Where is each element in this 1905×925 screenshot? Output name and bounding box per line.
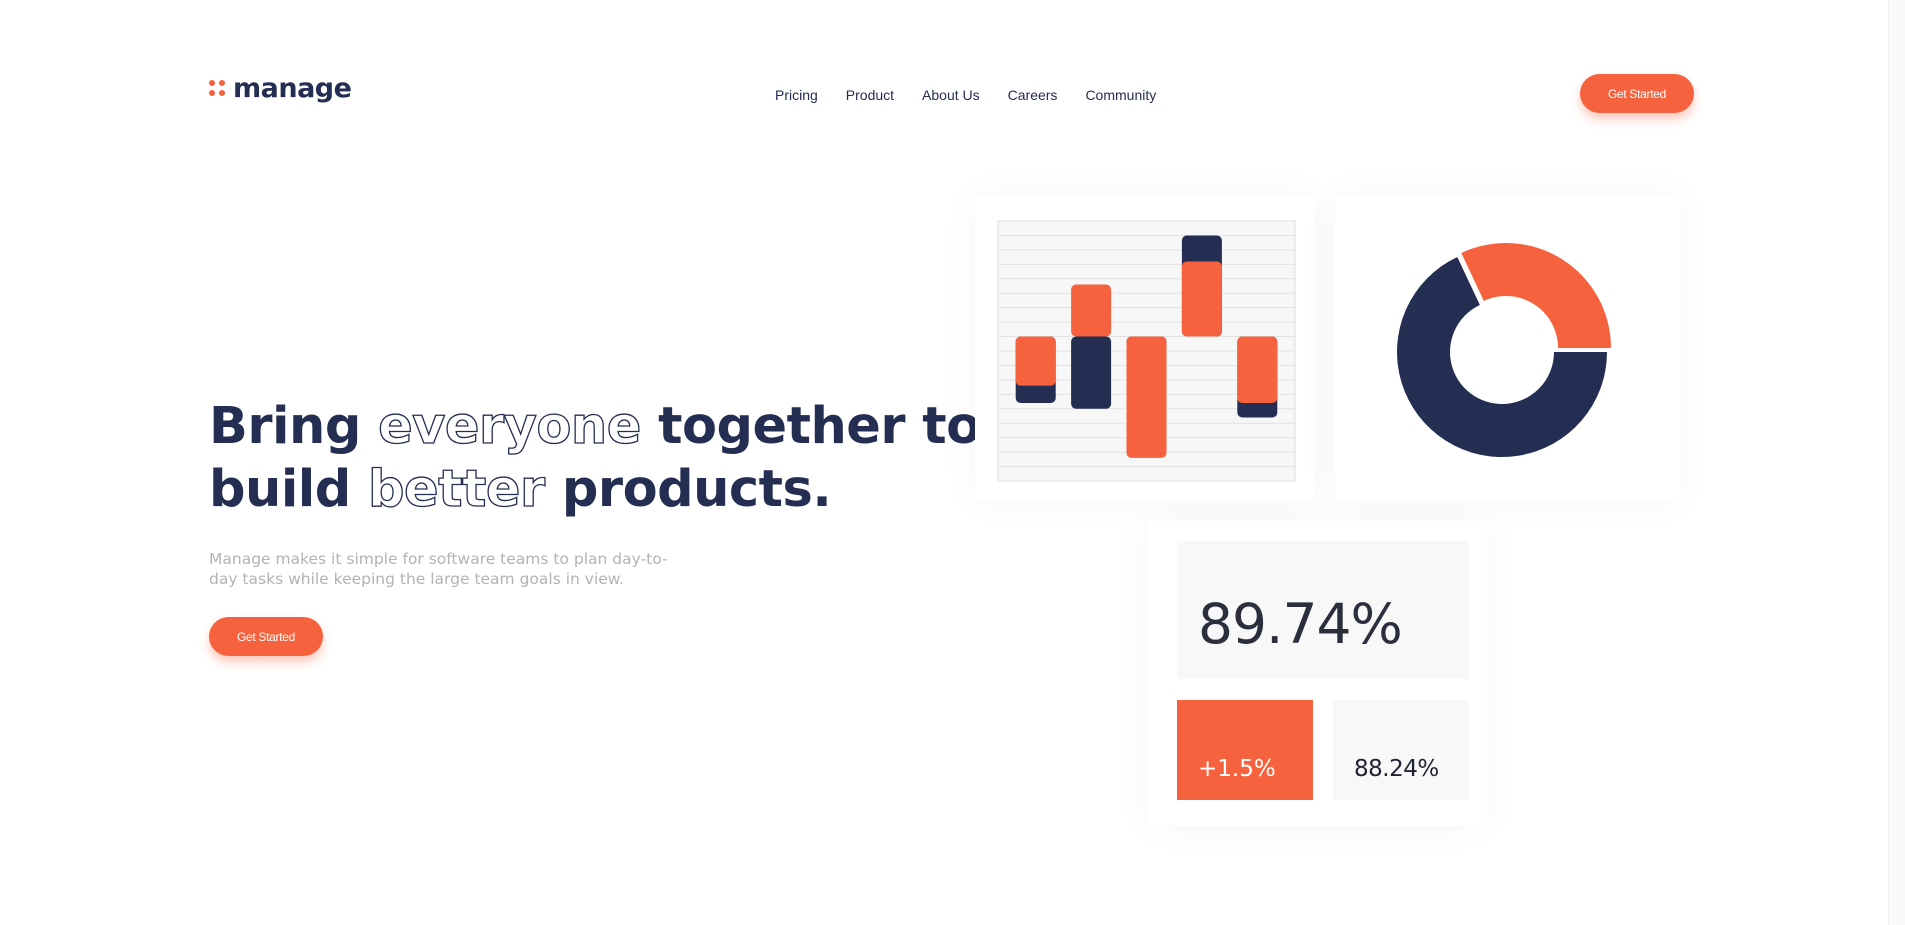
stat-change-value: +1.5% [1198, 756, 1276, 782]
logo-icon [209, 80, 226, 97]
logo[interactable]: manage [209, 73, 352, 104]
bar-orange [1015, 336, 1056, 386]
stat-secondary-value: 88.24% [1354, 756, 1439, 782]
stat-secondary-panel: 88.24% [1333, 700, 1469, 800]
bar-navy [1071, 336, 1112, 409]
stat-main-value: 89.74% [1198, 592, 1403, 656]
header-get-started-button[interactable]: Get Started [1580, 74, 1694, 113]
donut-slice-orange [1461, 243, 1611, 348]
nav-pricing[interactable]: Pricing [775, 87, 818, 103]
logo-text: manage [233, 73, 352, 104]
bar-orange [1126, 336, 1167, 458]
hero-title: Bring everyone together to build better … [209, 395, 981, 521]
bar-orange [1181, 261, 1222, 337]
nav-careers[interactable]: Careers [1008, 87, 1058, 103]
hero-description: Manage makes it simple for software team… [209, 550, 668, 588]
hero-title-line-2: build better products. [209, 458, 981, 521]
donut-chart-card [1335, 196, 1680, 501]
hero-title-text: build [209, 460, 369, 519]
nav-about-us[interactable]: About Us [922, 87, 980, 103]
main-nav: Pricing Product About Us Careers Communi… [775, 87, 1156, 103]
nav-product[interactable]: Product [846, 87, 894, 103]
hero-title-line-1: Bring everyone together to [209, 395, 981, 458]
nav-community[interactable]: Community [1085, 87, 1156, 103]
hero-title-text: together to [640, 397, 981, 456]
bar-orange [1071, 284, 1112, 337]
hero-title-outline-word: better [367, 459, 545, 519]
hero-title-text: products. [544, 460, 832, 519]
bar-chart [997, 220, 1296, 482]
scrollbar[interactable] [1888, 0, 1905, 925]
stat-main-panel: 89.74% [1177, 541, 1469, 679]
bar-orange [1237, 336, 1278, 403]
stat-change-panel: +1.5% [1177, 700, 1313, 800]
donut-chart [1397, 243, 1611, 457]
hero-get-started-button[interactable]: Get Started [209, 617, 323, 656]
hero-title-outline-word: everyone [377, 396, 642, 456]
hero-title-text: Bring [209, 397, 379, 456]
bar-chart-card [975, 196, 1315, 501]
site-header: manage Pricing Product About Us Careers … [209, 71, 1694, 117]
